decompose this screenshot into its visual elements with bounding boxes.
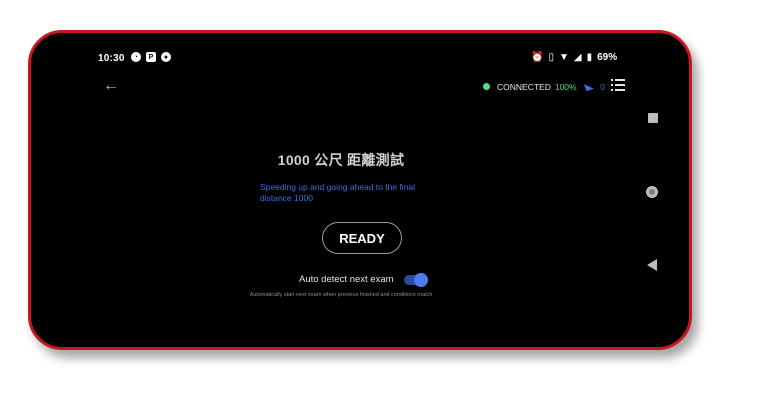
vibrate-icon: ▯: [548, 51, 554, 63]
panda-icon: ●: [161, 52, 171, 62]
toggle-knob: [413, 272, 428, 287]
description-line-1: Speeding up and going ahead to the final: [260, 182, 416, 192]
system-icons: ⏰ ▯ ▼ ◢ ▮ 69%: [531, 52, 617, 63]
battery-percent: 69%: [597, 52, 618, 63]
p-square-icon: P: [146, 52, 156, 62]
arrow-left-icon[interactable]: ←: [103, 78, 121, 94]
auto-detect-label: Auto detect next exam: [299, 274, 394, 285]
connection-percent: 100%: [554, 81, 577, 92]
satellite-count: 0: [600, 81, 606, 92]
home-circle-icon[interactable]: [646, 186, 658, 198]
back-triangle-icon[interactable]: [647, 259, 657, 271]
status-time: 10:30: [98, 53, 125, 64]
exam-title: 1000 公尺 距離測試: [277, 152, 405, 168]
list-menu-icon[interactable]: [611, 79, 625, 91]
auto-detect-row: Auto detect next exam: [299, 272, 428, 287]
auto-detect-hint: Automatically start next exam when previ…: [249, 292, 433, 298]
wifi-icon: ▼: [558, 51, 569, 63]
recents-square-icon[interactable]: [648, 113, 658, 123]
exam-description: Speeding up and going ahead to the final…: [260, 182, 450, 204]
alarm-icon: ⏰: [531, 51, 544, 63]
status-bar: 10:30 ◔ P ● ⏰ ▯ ▼ ◢ ▮ 69%: [31, 33, 689, 64]
battery-icon: ▮: [586, 51, 593, 63]
connection-label: CONNECTED: [497, 81, 551, 92]
satellite-icon: ◣: [582, 80, 594, 93]
signal-icon: ◢: [573, 51, 582, 63]
notification-icons: ◔ P ●: [131, 52, 171, 62]
connection-dot: [483, 83, 490, 90]
chart-pie-icon: ◔: [131, 52, 141, 62]
ready-button[interactable]: READY: [322, 222, 402, 254]
auto-detect-toggle[interactable]: [403, 272, 428, 287]
connection-status: CONNECTED 100% ◣ 0: [483, 80, 606, 93]
description-line-2: distance 1000: [260, 193, 313, 203]
phone-screen: 10:30 ◔ P ● ⏰ ▯ ▼ ◢ ▮ 69% ← CONNECTED 10…: [28, 30, 692, 350]
